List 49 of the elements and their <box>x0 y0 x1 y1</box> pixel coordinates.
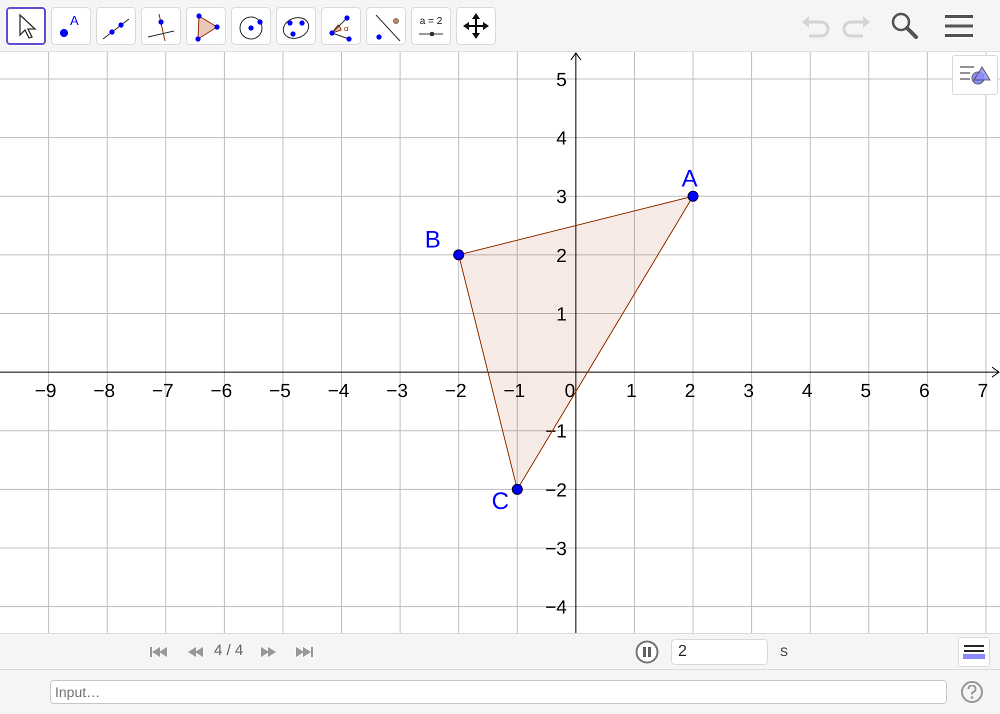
x-tick-label: −4 <box>328 381 350 402</box>
rewind-icon <box>187 646 205 658</box>
pause-button[interactable] <box>635 640 659 664</box>
x-tick-label: −9 <box>34 381 56 402</box>
fast-forward-icon <box>260 646 278 658</box>
x-tick-label: −6 <box>210 381 232 402</box>
point-label: C <box>492 488 509 515</box>
circle-tool[interactable] <box>231 6 271 44</box>
y-tick-label: 4 <box>556 128 567 150</box>
move-view-tool[interactable] <box>456 6 496 44</box>
point-tool[interactable]: A <box>51 6 91 44</box>
pause-icon <box>635 640 659 664</box>
x-tick-label: −5 <box>269 381 291 402</box>
menu-icon <box>945 14 973 38</box>
reflect-tool[interactable] <box>366 6 406 44</box>
move-tool[interactable] <box>6 6 46 44</box>
speed-field[interactable]: 2 <box>671 638 768 664</box>
conic-tool[interactable] <box>276 6 316 44</box>
icon-caption: α <box>344 24 349 32</box>
step-counter: 4 / 4 <box>214 641 244 662</box>
icon-caption: A <box>70 12 79 28</box>
slider-tool[interactable]: a = 2 <box>411 6 451 44</box>
point-label: A <box>682 166 698 192</box>
x-tick-label: 7 <box>978 381 988 402</box>
x-tick-label: 6 <box>919 381 930 402</box>
skip-forward-icon <box>296 646 314 658</box>
input-field[interactable]: Input… <box>50 680 947 704</box>
x-tick-label: −7 <box>152 381 174 402</box>
x-tick-label: 3 <box>743 381 754 402</box>
y-tick-label: 5 <box>556 70 567 91</box>
x-tick-label: −8 <box>93 381 116 402</box>
icon-caption: a = 2 <box>420 16 442 26</box>
point-label: B <box>424 226 441 254</box>
skip-back-icon <box>150 646 168 658</box>
perpendicular-line-tool[interactable] <box>141 6 181 44</box>
unit-label: s <box>780 642 788 662</box>
search-icon <box>890 10 920 40</box>
help-button[interactable] <box>961 681 983 703</box>
x-tick-label: −3 <box>386 381 408 402</box>
polygon-tool[interactable] <box>186 6 226 44</box>
y-tick-label: −4 <box>545 598 567 619</box>
y-tick-label: −3 <box>545 539 567 560</box>
question-mark-icon <box>967 685 977 699</box>
x-tick-label: 4 <box>802 381 812 402</box>
x-tick-label: 5 <box>860 381 872 402</box>
angle-tool[interactable]: α <box>321 6 361 44</box>
line-tool[interactable] <box>96 6 136 44</box>
style-bar-toggle[interactable] <box>952 55 998 95</box>
algebra-view-button[interactable] <box>958 636 990 666</box>
